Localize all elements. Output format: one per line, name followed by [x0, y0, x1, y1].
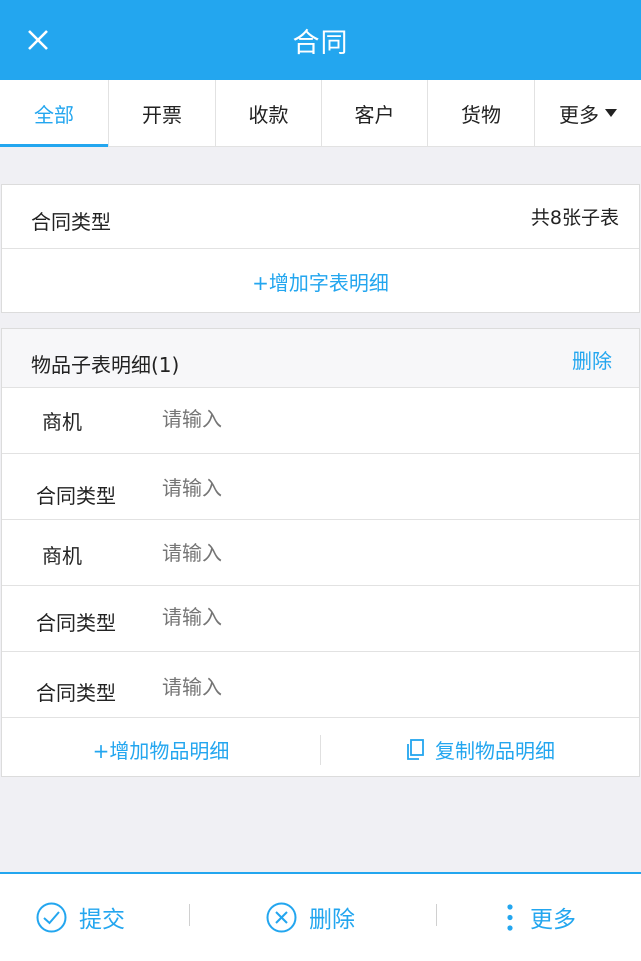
divider: [436, 904, 437, 926]
submit-label: 提交: [79, 907, 125, 933]
tab-label: 更多: [559, 102, 599, 127]
add-subtable-label: +增加字表明细: [252, 270, 389, 295]
subtable-count: 共8张子表: [530, 207, 619, 229]
form-field: 商机: [2, 388, 639, 454]
field-label: 合同类型: [36, 681, 116, 705]
tab-invoice[interactable]: 开票: [109, 80, 216, 146]
delete-button[interactable]: 删除: [266, 900, 355, 934]
copy-item-button[interactable]: 复制物品明细: [321, 735, 639, 764]
add-subtable-button[interactable]: +增加字表明细: [2, 249, 639, 313]
field-label: 合同类型: [36, 611, 116, 635]
add-item-button[interactable]: +增加物品明细: [2, 735, 320, 764]
tab-label: 开票: [142, 102, 182, 127]
submit-button[interactable]: 提交: [36, 900, 125, 934]
form-field: 合同类型: [2, 454, 639, 520]
add-item-label: +增加物品明细: [92, 739, 230, 763]
divider: [189, 904, 190, 926]
form-field: 商机: [2, 520, 639, 586]
more-label: 更多: [530, 907, 576, 933]
tab-more[interactable]: 更多: [535, 80, 641, 146]
check-circle-icon: [36, 902, 67, 932]
copy-icon: [407, 738, 424, 760]
tab-all[interactable]: 全部: [0, 80, 109, 147]
caret-down-icon: [605, 109, 617, 117]
detail-actions: +增加物品明细 复制物品明细: [2, 718, 639, 781]
copy-item-label: 复制物品明细: [435, 739, 555, 763]
tab-label: 全部: [34, 102, 74, 127]
contract-type-input[interactable]: [162, 605, 602, 629]
close-icon[interactable]: [26, 28, 50, 52]
more-button[interactable]: 更多: [502, 900, 576, 934]
close-circle-icon: [266, 902, 297, 932]
delete-label: 删除: [309, 907, 355, 933]
opportunity-input[interactable]: [162, 407, 602, 431]
item-detail-card: 物品子表明细(1) 删除 商机 合同类型 商机 合同类型 合同类型 +增加物品明…: [1, 328, 640, 777]
item-detail-header: 物品子表明细(1) 删除: [2, 329, 639, 388]
field-label: 商机: [42, 544, 82, 568]
contract-type-card: 合同类型 共8张子表 +增加字表明细: [1, 184, 640, 313]
tab-label: 收款: [248, 102, 289, 127]
field-label: 合同类型: [36, 484, 116, 508]
more-vertical-icon: [507, 903, 513, 931]
field-label: 商机: [42, 410, 82, 434]
bottom-toolbar: 提交 删除 更多: [0, 872, 641, 961]
contract-type-input[interactable]: [162, 675, 602, 699]
delete-detail-button[interactable]: 删除: [572, 345, 612, 387]
tab-label: 货物: [461, 102, 501, 127]
tab-label: 客户: [354, 102, 395, 127]
tab-goods[interactable]: 货物: [428, 80, 535, 146]
contract-type-label: 合同类型: [31, 210, 111, 234]
app-header: 合同: [0, 0, 641, 80]
tab-payment[interactable]: 收款: [216, 80, 322, 146]
form-field: 合同类型: [2, 652, 639, 718]
page-title: 合同: [292, 27, 349, 59]
contract-type-input[interactable]: [162, 476, 602, 500]
form-field: 合同类型: [2, 586, 639, 652]
item-detail-title: 物品子表明细(1): [31, 353, 180, 377]
tab-bar: 全部 开票 收款 客户 货物 更多: [0, 80, 641, 147]
contract-type-row: 合同类型 共8张子表: [2, 185, 639, 249]
tab-customer[interactable]: 客户: [322, 80, 428, 146]
opportunity-input[interactable]: [162, 541, 602, 565]
